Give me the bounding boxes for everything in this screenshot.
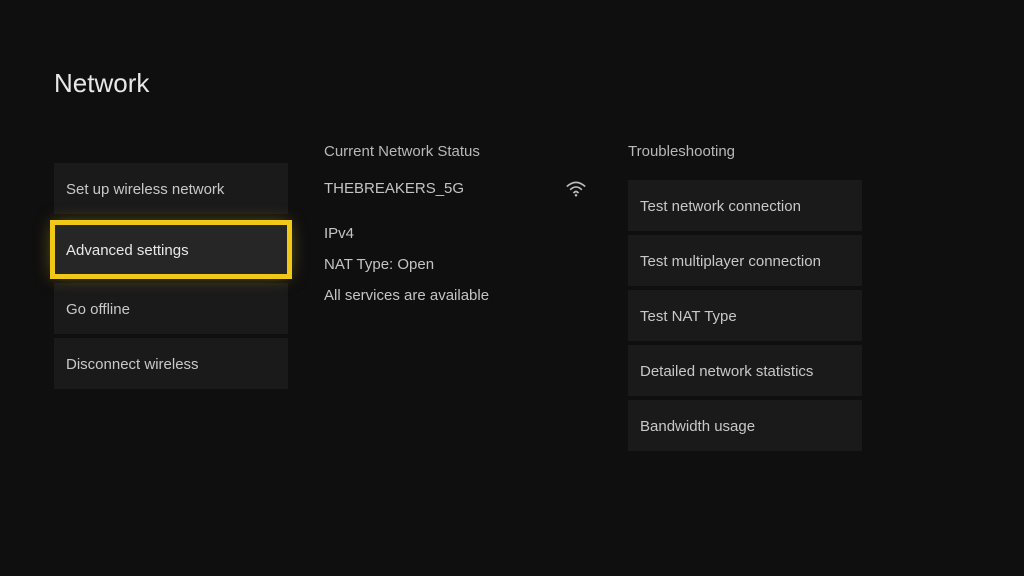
ts-test-connection[interactable]: Test network connection [628,180,862,231]
wifi-icon [566,181,586,197]
ts-test-nat[interactable]: Test NAT Type [628,290,862,341]
status-header: Current Network Status [324,143,592,160]
troubleshooting-panel: Troubleshooting Test network connection … [628,141,862,455]
troubleshooting-header: Troubleshooting [628,143,862,160]
status-panel: Current Network Status THEBREAKERS_5G IP… [324,141,592,455]
menu-go-offline[interactable]: Go offline [54,283,288,334]
page-title: Network [54,68,1024,99]
status-nat-type: NAT Type: Open [324,256,592,273]
ts-bandwidth-usage[interactable]: Bandwidth usage [628,400,862,451]
ts-detailed-stats[interactable]: Detailed network statistics [628,345,862,396]
left-menu: Set up wireless network Advanced setting… [54,141,288,455]
status-services: All services are available [324,287,592,304]
menu-advanced-settings[interactable]: Advanced settings [54,224,288,275]
ts-test-multiplayer[interactable]: Test multiplayer connection [628,235,862,286]
menu-setup-wireless[interactable]: Set up wireless network [54,163,288,214]
network-name-row: THEBREAKERS_5G [324,180,592,197]
menu-disconnect-wireless[interactable]: Disconnect wireless [54,338,288,389]
network-name: THEBREAKERS_5G [324,180,464,197]
status-ipv4: IPv4 [324,225,592,242]
